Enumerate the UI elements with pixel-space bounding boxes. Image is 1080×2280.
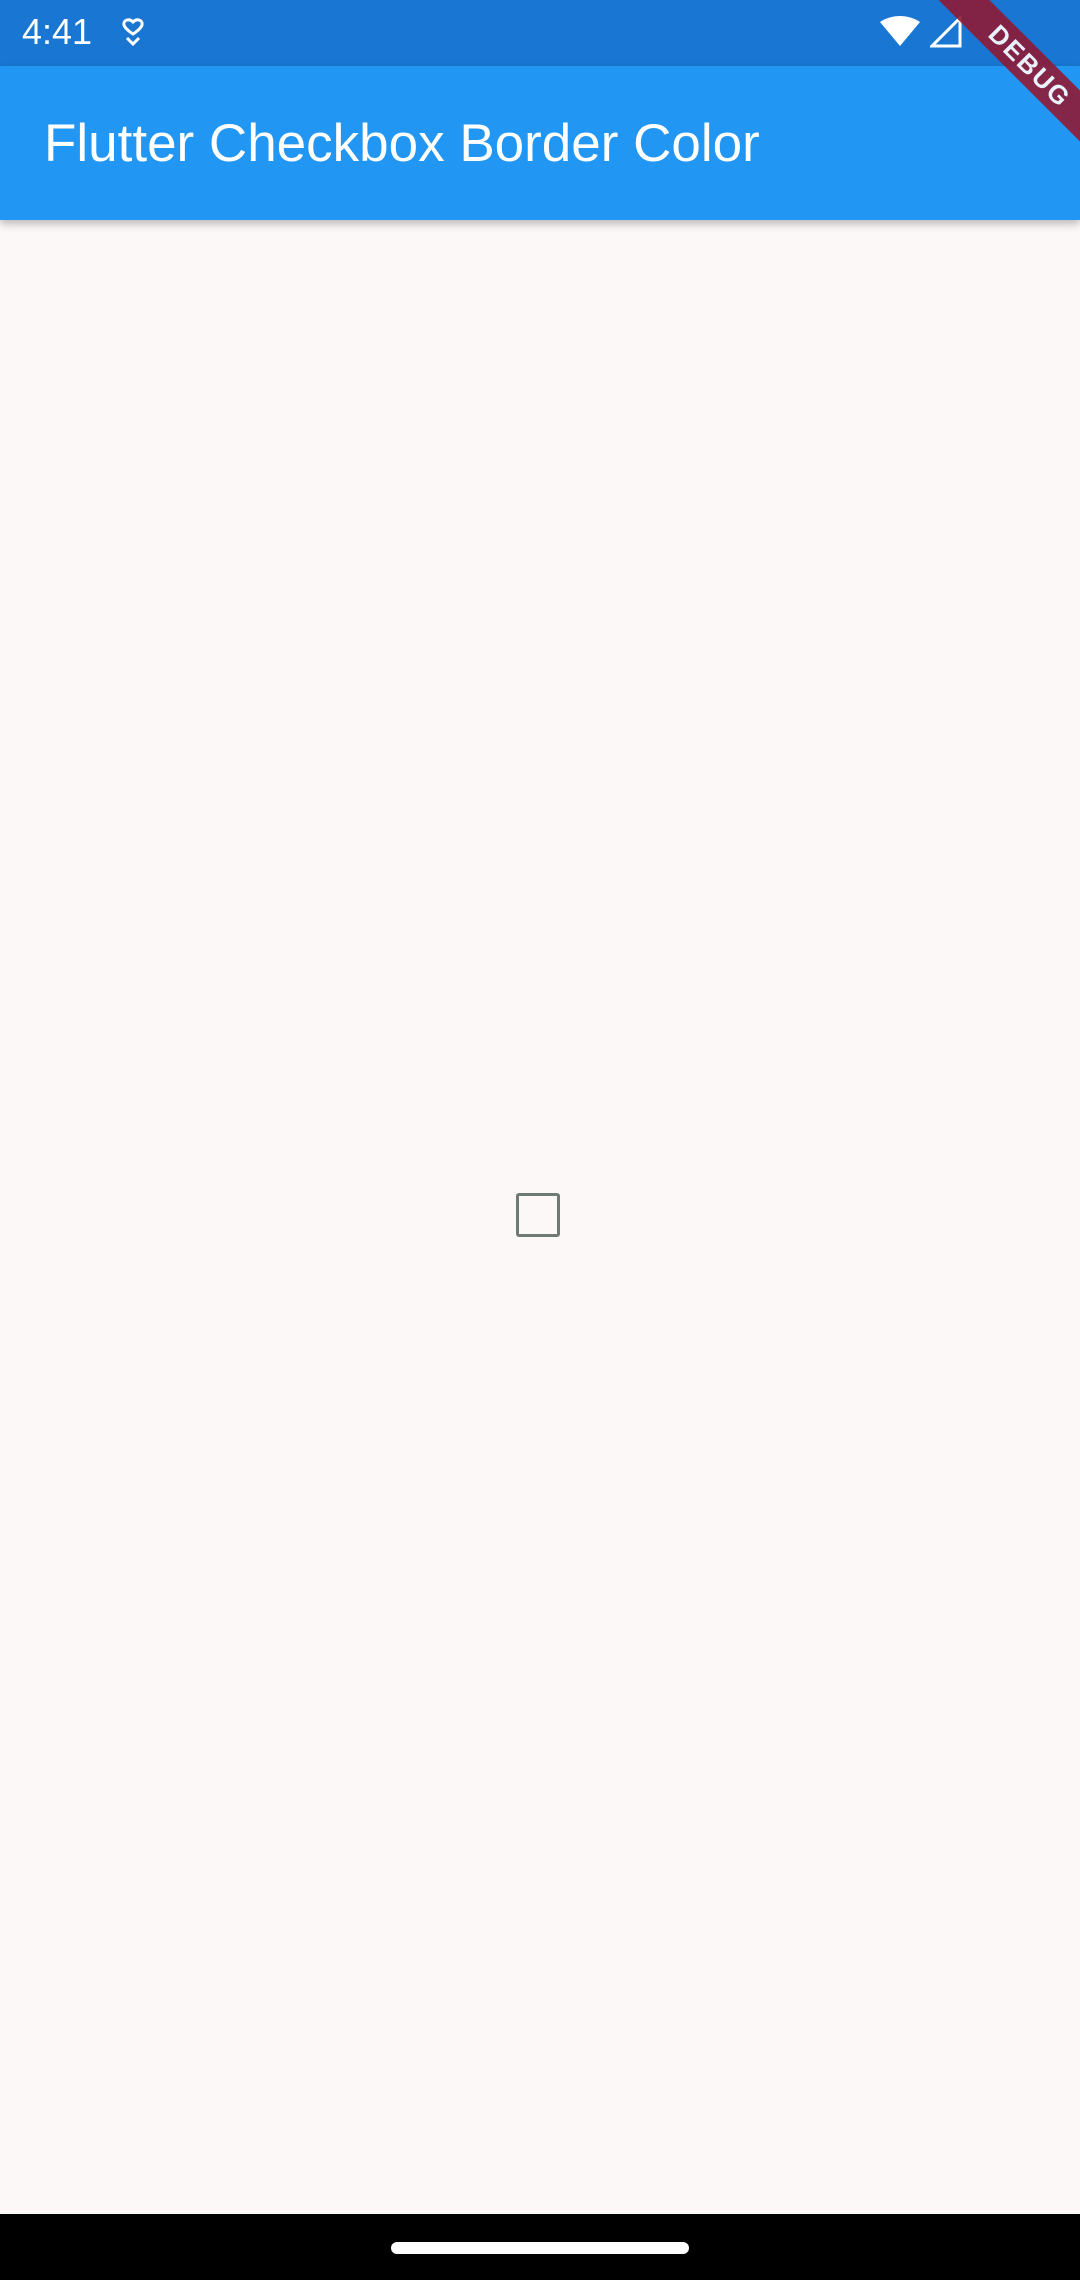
main-content xyxy=(0,220,1080,2214)
app-bar-title: Flutter Checkbox Border Color xyxy=(44,114,760,173)
navigation-bar xyxy=(0,2214,1080,2280)
app-screen: 4:41 Flutter Checkbox Border Color DEBUG xyxy=(0,0,1080,2280)
status-bar: 4:41 xyxy=(0,0,1080,66)
signal-icon xyxy=(928,14,962,48)
app-bar: Flutter Checkbox Border Color xyxy=(0,66,1080,220)
status-time: 4:41 xyxy=(22,11,93,52)
home-gesture-handle[interactable] xyxy=(391,2242,689,2254)
checkbox[interactable] xyxy=(516,1193,560,1237)
wifi-icon xyxy=(880,16,920,48)
notification-icon xyxy=(118,16,148,50)
